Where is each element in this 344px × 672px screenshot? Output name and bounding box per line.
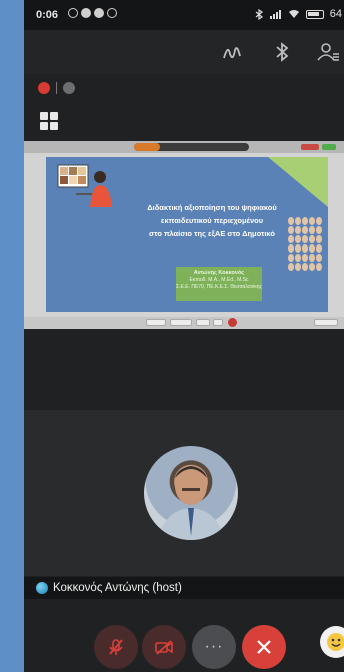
mute-button[interactable] bbox=[94, 625, 138, 669]
call-controls: ··· bbox=[24, 610, 344, 672]
divider bbox=[56, 82, 57, 94]
more-button[interactable]: ··· bbox=[192, 625, 236, 669]
annotate-icon[interactable] bbox=[220, 40, 244, 64]
presenter-stop-icon bbox=[228, 318, 237, 327]
slide-author-role: Σ.Ε.Ε. ΠΕ70, ΠΕ.Κ.Ε.Σ. Θεσσαλονίκης bbox=[176, 284, 262, 290]
share-indicator bbox=[322, 144, 336, 150]
mic-muted-icon bbox=[38, 82, 50, 94]
notification-icon bbox=[81, 8, 91, 18]
slide-decoration bbox=[268, 157, 328, 207]
participant-name: Κοκκονός Αντώνης (host) bbox=[53, 582, 182, 594]
camera-off-icon bbox=[155, 640, 173, 655]
shared-screen: Διδακτική αξιοποίηση του ψηφιακού εκπαιδ… bbox=[24, 141, 344, 329]
reactions-button[interactable] bbox=[320, 626, 344, 658]
slide-author-name: Αντώνης Κοκκονός bbox=[193, 270, 245, 276]
status-time: 0:06 bbox=[36, 9, 59, 21]
share-toolbar bbox=[24, 141, 344, 153]
status-bar: 0:06 64 bbox=[24, 0, 344, 30]
alarm-icon bbox=[68, 8, 78, 18]
slide-title-line: Διδακτική αξιοποίηση του ψηφιακού bbox=[147, 203, 277, 212]
share-stop-button bbox=[301, 144, 319, 150]
share-status-pill bbox=[134, 143, 249, 151]
status-left-icons bbox=[68, 8, 117, 18]
more-icon: ··· bbox=[204, 638, 224, 655]
app-icon bbox=[107, 8, 117, 18]
meeting-toolbar bbox=[24, 30, 344, 74]
slide-title: Διδακτική αξιοποίηση του ψηφιακού εκπαιδ… bbox=[112, 201, 312, 240]
presenter-button bbox=[196, 319, 210, 326]
slide-title-line: στο πλαίσιο της εξΑΕ στο Δημοτικό bbox=[149, 229, 275, 238]
status-right-icons: 64 bbox=[254, 8, 342, 20]
presenter-button bbox=[170, 319, 192, 326]
presentation-controls bbox=[24, 317, 344, 329]
end-call-icon bbox=[257, 640, 271, 654]
app-icon bbox=[94, 8, 104, 18]
slide-author-box: Αντώνης Κοκκονός Εκπαιδ. M.A., M.Ed., M.… bbox=[176, 267, 262, 301]
camera-button[interactable] bbox=[142, 625, 186, 669]
mic-off-icon bbox=[109, 639, 123, 655]
slide-title-line: εκπαιδευτικού περιεχομένου bbox=[160, 216, 264, 225]
signal-icon bbox=[269, 10, 281, 19]
meeting-indicators bbox=[38, 82, 75, 94]
participant-name-bar: Κοκκονός Αντώνης (host) bbox=[24, 577, 344, 599]
presenter-button bbox=[314, 319, 338, 326]
presenter-button bbox=[213, 319, 223, 326]
battery-icon bbox=[305, 9, 324, 19]
avatar-photo bbox=[158, 466, 224, 540]
end-call-button[interactable] bbox=[242, 625, 286, 669]
participants-icon[interactable] bbox=[316, 40, 340, 64]
slide-illustration bbox=[57, 164, 112, 207]
avatar bbox=[144, 446, 238, 540]
phone-screen: 0:06 64 Διδακτική αξιοποίηση του ψηφιακο… bbox=[24, 0, 344, 672]
gallery-view-icon[interactable] bbox=[40, 112, 58, 130]
globe-icon bbox=[36, 582, 48, 594]
battery-level: 64 bbox=[329, 8, 342, 20]
pin-icon[interactable] bbox=[63, 82, 75, 94]
presenter-button bbox=[146, 319, 166, 326]
emoji-icon bbox=[327, 633, 344, 651]
bluetooth-icon bbox=[255, 8, 263, 20]
slide-author-credentials: Εκπαιδ. M.A., M.Ed., M.Sc bbox=[189, 277, 249, 283]
bluetooth-icon[interactable] bbox=[270, 40, 294, 64]
wifi-icon bbox=[288, 10, 299, 18]
presentation-slide: Διδακτική αξιοποίηση του ψηφιακού εκπαιδ… bbox=[46, 157, 328, 312]
